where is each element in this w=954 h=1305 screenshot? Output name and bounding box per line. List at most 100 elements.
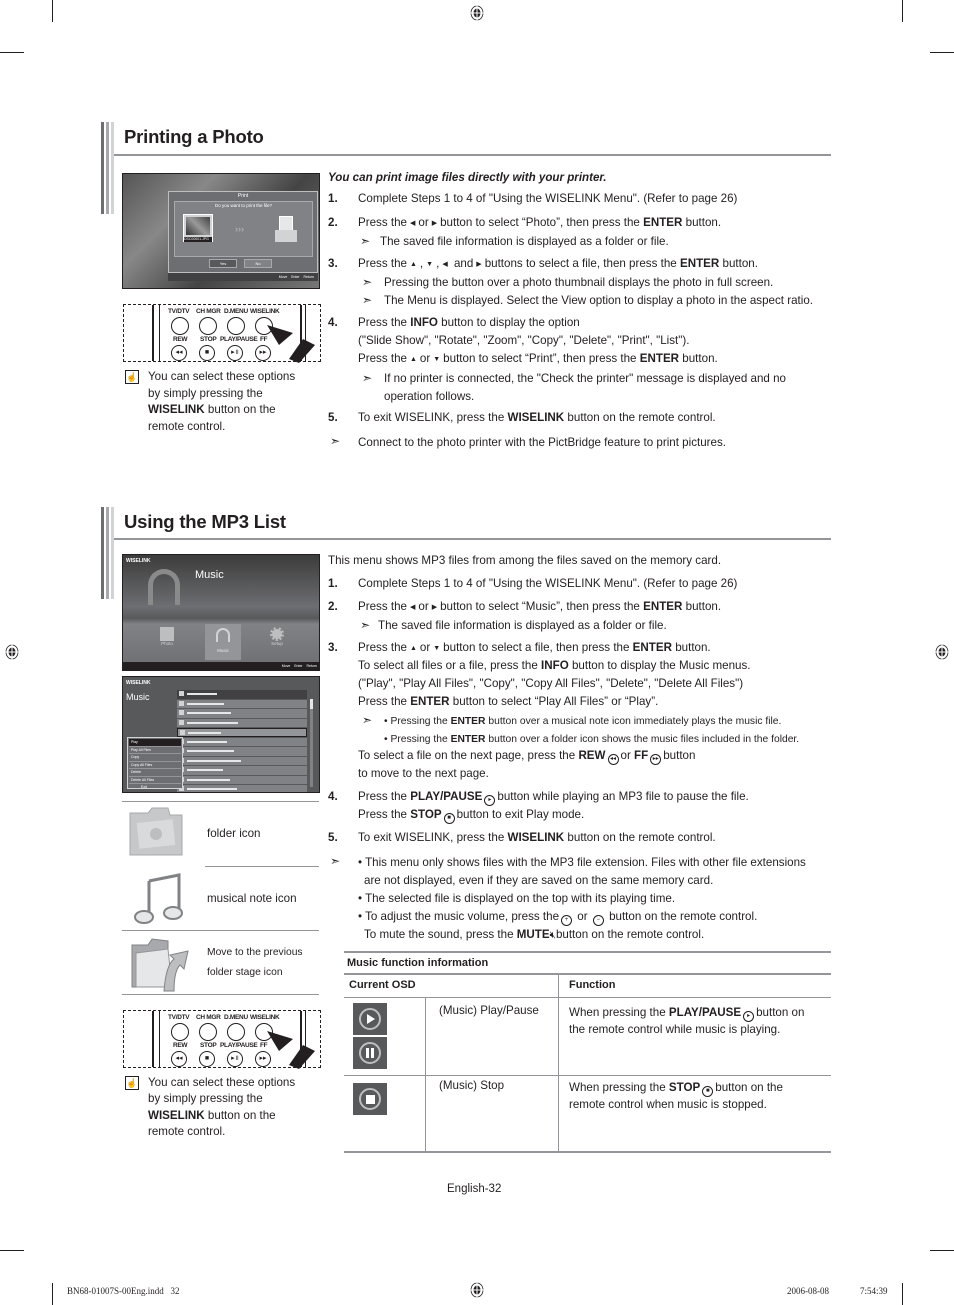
t: Press the [358,216,407,229]
stop-circle-icon: ■ [443,813,455,824]
t: button to select “Play All Files” or “Pl… [452,695,659,708]
tip-line: by simply pressing the [148,1092,263,1105]
tvdtv-button[interactable] [171,317,189,335]
step-number: 1. [328,192,338,205]
file-list-row[interactable] [177,728,307,737]
dmenu-button[interactable] [227,1023,245,1041]
step-text: Press the PLAY/PAUSE ▸ button while playin… [358,788,749,806]
step-note: • Pressing the ENTER button over a music… [384,713,781,731]
t: Press the [358,257,407,270]
dmenu-button[interactable] [227,317,245,335]
mp3-intro: This menu shows MP3 files from among the… [328,554,722,567]
step-text: To exit WISELINK, press the WISELINK but… [358,409,716,427]
hand-note-icon: ☝ [125,1076,139,1090]
tip-line: You can select these options [148,1076,296,1089]
music-option-item[interactable]: Delete [129,769,181,777]
t: button on the remote control. [555,928,705,941]
stop-bold: STOP [668,1081,701,1094]
tip-line: remote control. [148,1125,226,1138]
crop-mark [52,1283,53,1305]
t: button. [685,216,722,229]
file-list-row[interactable] [177,756,307,765]
legend-label: musical note icon [207,892,297,905]
note-arrow-icon: ➣ [362,713,373,727]
file-list-row[interactable] [177,718,307,727]
legend-label: folder stage icon [207,967,283,978]
chmgr-button[interactable] [199,1023,217,1041]
yes-button[interactable]: Yes [209,259,237,268]
file-name-placeholder [187,693,217,695]
hint-move: Move [278,275,288,279]
step-note: Pressing the button over a photo thumbna… [384,276,774,289]
step-number: 2. [328,600,338,613]
file-name-placeholder [187,712,231,714]
t: button to select “Music”, then press the [440,600,640,613]
step-text: To select a file on the next page, press… [358,747,695,765]
music-option-item[interactable]: Copy All Files [129,762,181,769]
osd-label: (Music) Stop [439,1079,505,1092]
music-icon [216,628,230,642]
file-name-placeholder [187,721,238,724]
crop-mark [52,0,53,22]
rew-bold: REW [578,749,606,762]
file-list-row[interactable] [177,785,307,792]
file-list-row[interactable] [177,747,307,756]
t: button on the remote control. [567,831,716,844]
music-option-item[interactable]: Copy [129,754,181,762]
playpause-button[interactable]: ▸॥ [227,1051,243,1067]
footer-time: 7:54:39 [860,1286,888,1296]
remote-control-illustration: TV/DTV CH MGR D.MENU WISELINK REW STOP P… [123,304,321,363]
file-list-row[interactable] [177,737,307,746]
play-osd-icon [353,1003,387,1035]
pointer-arrow-icon [267,1031,315,1069]
wiselink-label: WISELINK [250,1014,280,1021]
legend-label: Move to the previous [207,947,303,958]
t: To exit WISELINK, press the [358,411,505,424]
file-list-row[interactable] [177,690,307,699]
t: button to display the option [441,316,580,329]
photo-label: Photo [161,641,173,646]
tvdtv-button[interactable] [171,1023,189,1041]
list-scrollbar[interactable] [310,699,313,787]
music-option-item[interactable]: Play All Files [129,747,181,754]
file-name-placeholder [187,702,224,705]
crop-mark [902,1283,903,1305]
music-option-item[interactable]: Play [129,739,181,747]
menu-item-music[interactable]: Music [205,624,241,660]
step-text: ("Play", "Play All Files", "Copy", "Copy… [358,677,744,690]
table-rule [344,973,831,975]
no-button[interactable]: No [244,259,272,268]
tip-line: by simply pressing the [148,387,263,400]
tip-line: You can select these options [148,370,296,383]
playpause-button[interactable]: ▸॥ [227,345,243,361]
file-list-row[interactable] [177,709,307,718]
tip-text: button on the [207,1109,276,1122]
file-list-row[interactable] [177,766,307,775]
menu-item-setup[interactable]: Setup [265,627,289,657]
ff-circle-icon: ▸▸ [650,754,662,765]
table-top-rule [344,951,831,953]
stop-button[interactable]: ■ [199,1051,215,1067]
t: or [419,641,431,654]
step-number: 4. [328,790,338,803]
file-list-row[interactable] [177,699,307,708]
t: button to exit Play mode. [456,808,585,821]
stop-label: STOP [200,336,217,343]
registration-mark-icon [470,1281,484,1299]
chmgr-button[interactable] [199,317,217,335]
stop-button[interactable]: ■ [199,345,215,361]
t: To select a file on the next page, press… [358,749,576,762]
rew-button[interactable]: ◂◂ [171,345,187,361]
musical-note-icon [179,710,184,715]
menu-item-photo[interactable]: Photo [155,627,179,657]
music-option-item[interactable]: Delete All Files [129,777,181,784]
t: or [577,910,588,923]
music-label: Music [217,648,229,653]
rew-button[interactable]: ◂◂ [171,1051,187,1067]
exit-option[interactable]: Exit [129,784,181,790]
mp3-note: • This menu only shows files with the MP… [358,856,806,869]
t: Press the [358,352,407,365]
tip-line: WISELINK button on the [148,401,276,418]
function-text: When pressing the PLAY/PAUSE ▸ button on [569,1004,804,1022]
file-list-row[interactable] [177,775,307,784]
